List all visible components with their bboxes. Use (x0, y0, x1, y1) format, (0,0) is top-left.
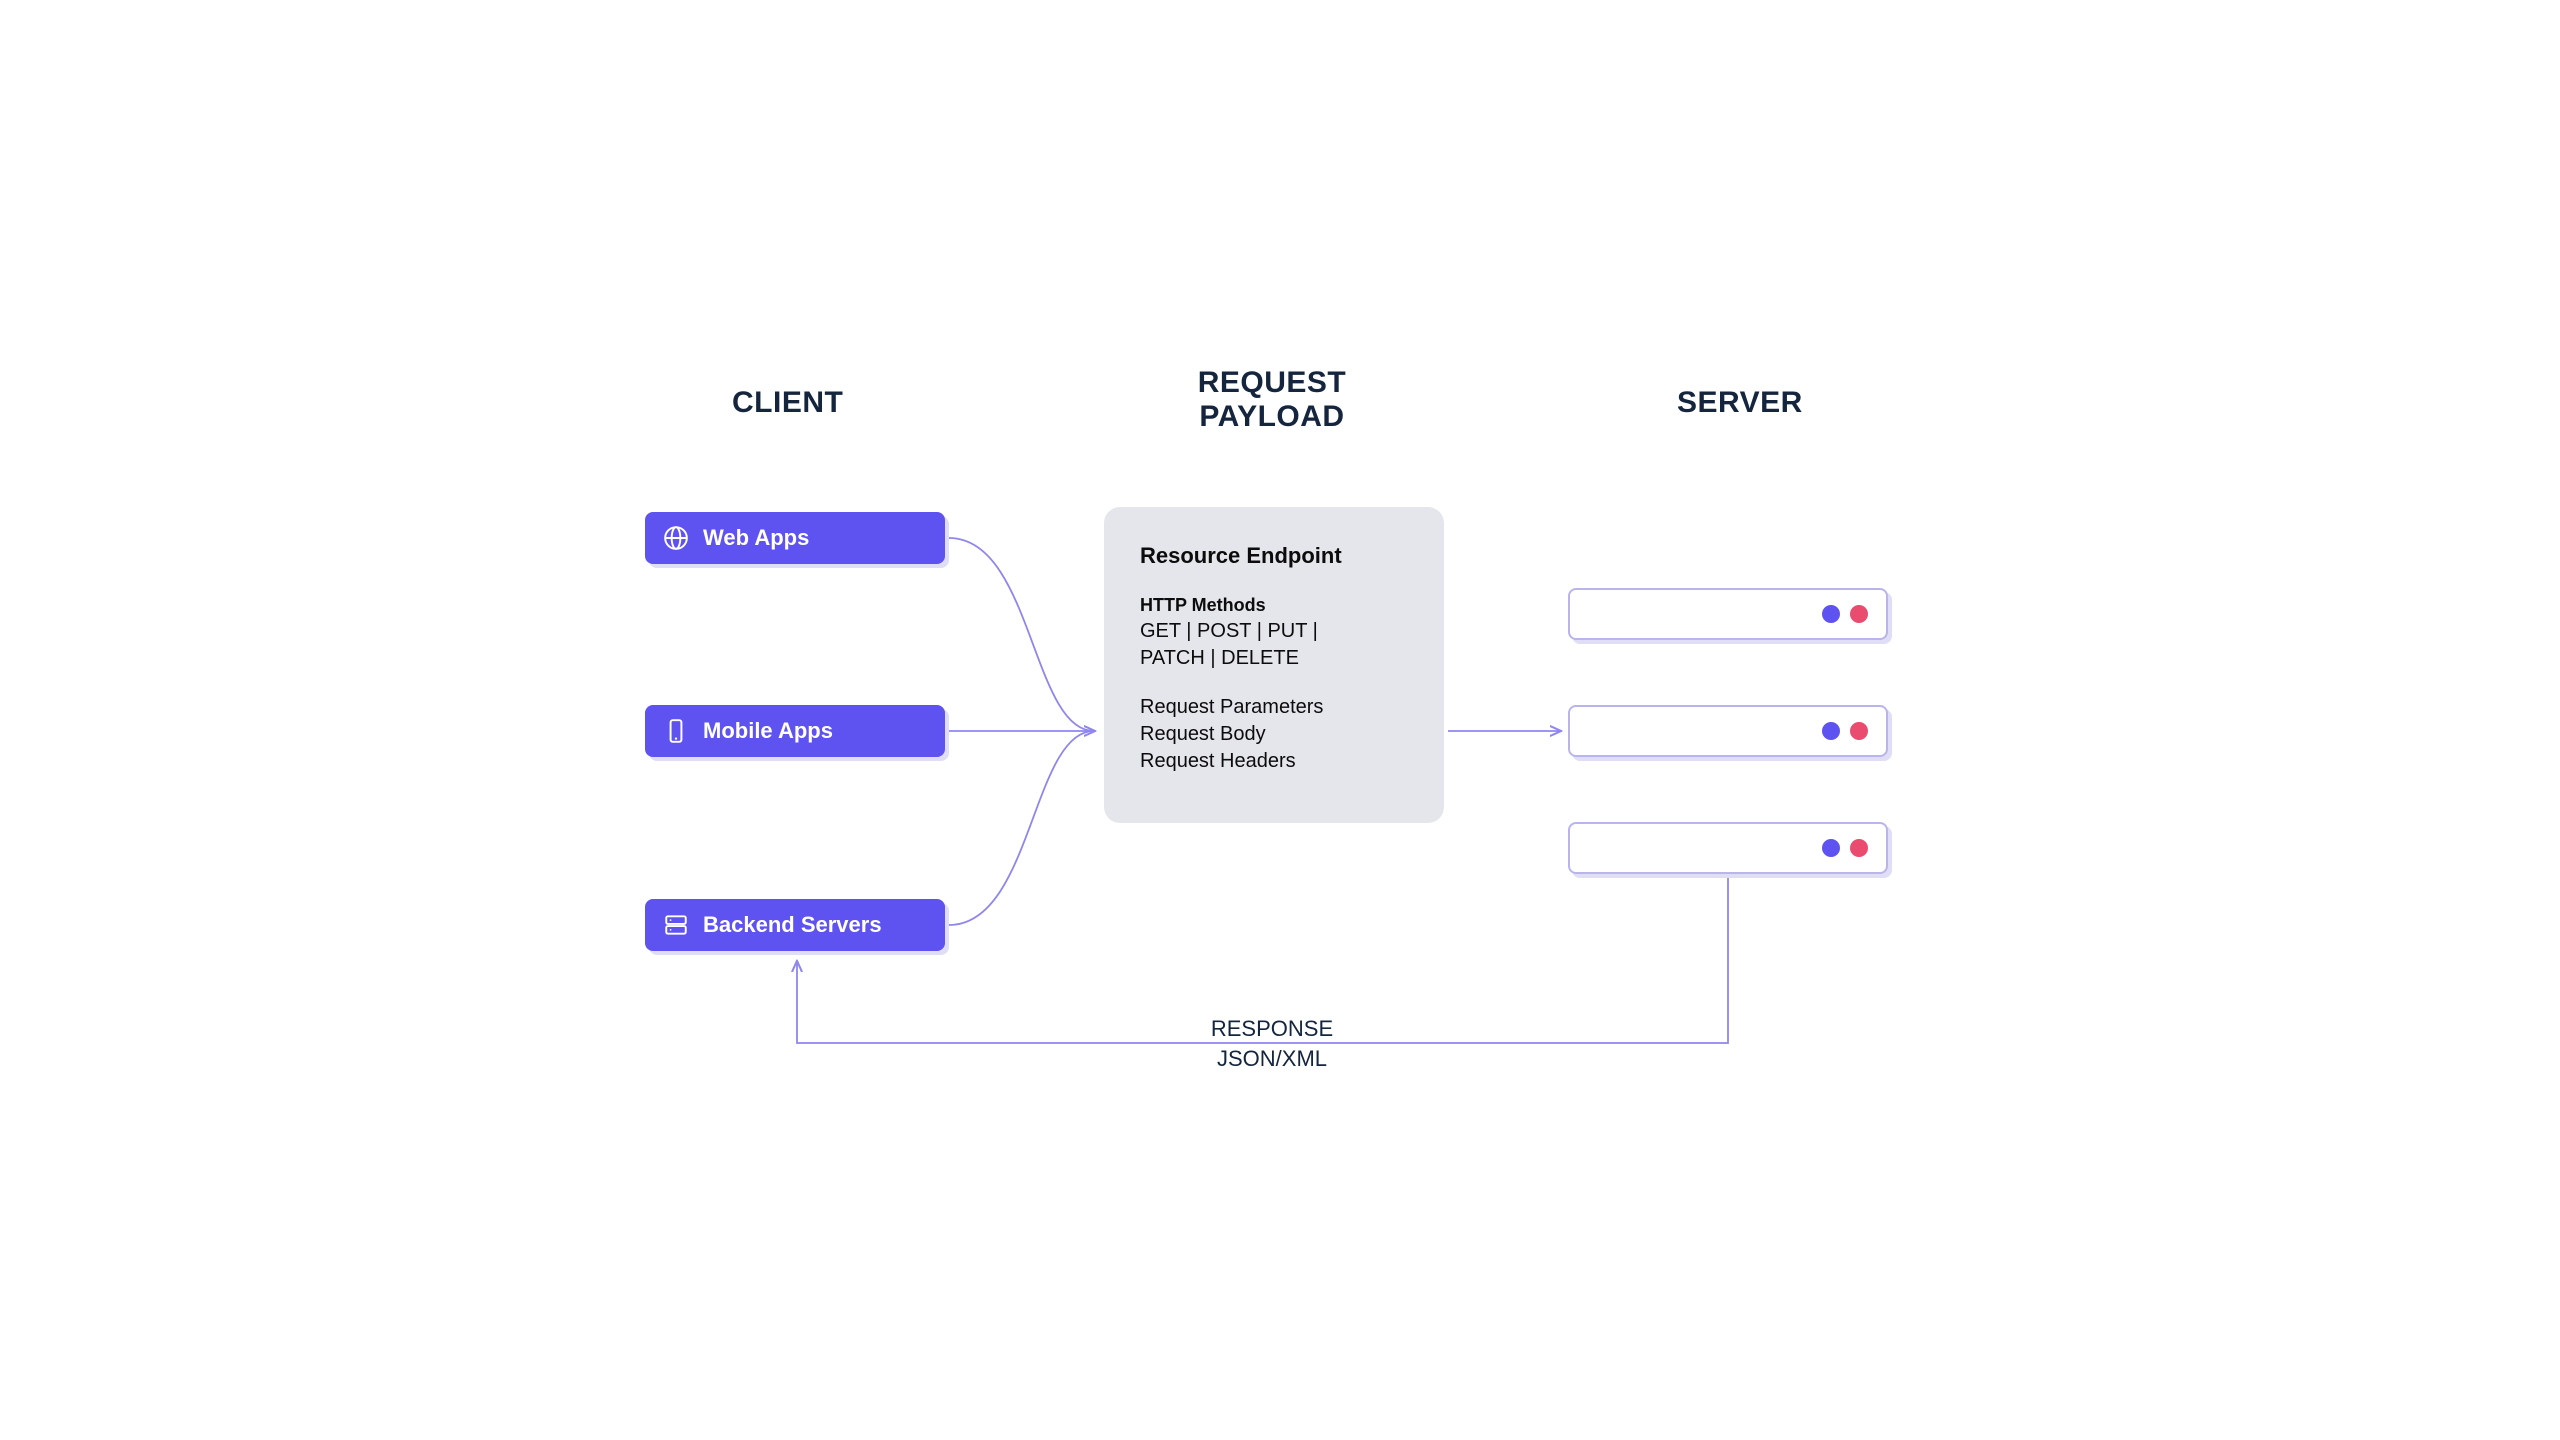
status-dot-red (1850, 839, 1868, 857)
payload-methods-line1: GET | POST | PUT | (1140, 618, 1408, 645)
flow-backend-to-payload (949, 731, 1094, 925)
payload-methods-label: HTTP Methods (1140, 595, 1408, 616)
server-node-2 (1568, 705, 1888, 757)
heading-payload-line1: REQUEST (1198, 366, 1347, 399)
flow-web-to-payload (949, 538, 1094, 731)
globe-icon (663, 525, 689, 551)
status-dot-blue (1822, 839, 1840, 857)
payload-body: Request Body (1140, 721, 1408, 748)
status-dot-blue (1822, 605, 1840, 623)
client-web-label: Web Apps (703, 525, 809, 551)
payload-box: Resource Endpoint HTTP Methods GET | POS… (1104, 507, 1444, 823)
heading-client: CLIENT (732, 386, 843, 420)
diagram-canvas: CLIENT REQUEST PAYLOAD SERVER Web Apps M… (512, 288, 2048, 1152)
heading-payload-line2: PAYLOAD (1199, 400, 1344, 433)
server-node-3 (1568, 822, 1888, 874)
payload-title: Resource Endpoint (1140, 543, 1408, 569)
status-dot-red (1850, 605, 1868, 623)
server-node-1 (1568, 588, 1888, 640)
response-label: RESPONSE JSON/XML (1172, 1014, 1372, 1073)
status-dot-red (1850, 722, 1868, 740)
heading-server: SERVER (1677, 386, 1803, 420)
client-web-apps: Web Apps (645, 512, 945, 564)
response-line1: RESPONSE (1211, 1016, 1333, 1041)
payload-headers: Request Headers (1140, 748, 1408, 775)
client-backend-label: Backend Servers (703, 912, 882, 938)
payload-params: Request Parameters (1140, 694, 1408, 721)
heading-payload: REQUEST PAYLOAD (1162, 366, 1382, 434)
mobile-icon (663, 718, 689, 744)
client-backend-servers: Backend Servers (645, 899, 945, 951)
payload-methods-line2: PATCH | DELETE (1140, 645, 1408, 672)
response-line2: JSON/XML (1217, 1046, 1327, 1071)
client-mobile-label: Mobile Apps (703, 718, 833, 744)
client-mobile-apps: Mobile Apps (645, 705, 945, 757)
server-icon (663, 912, 689, 938)
status-dot-blue (1822, 722, 1840, 740)
